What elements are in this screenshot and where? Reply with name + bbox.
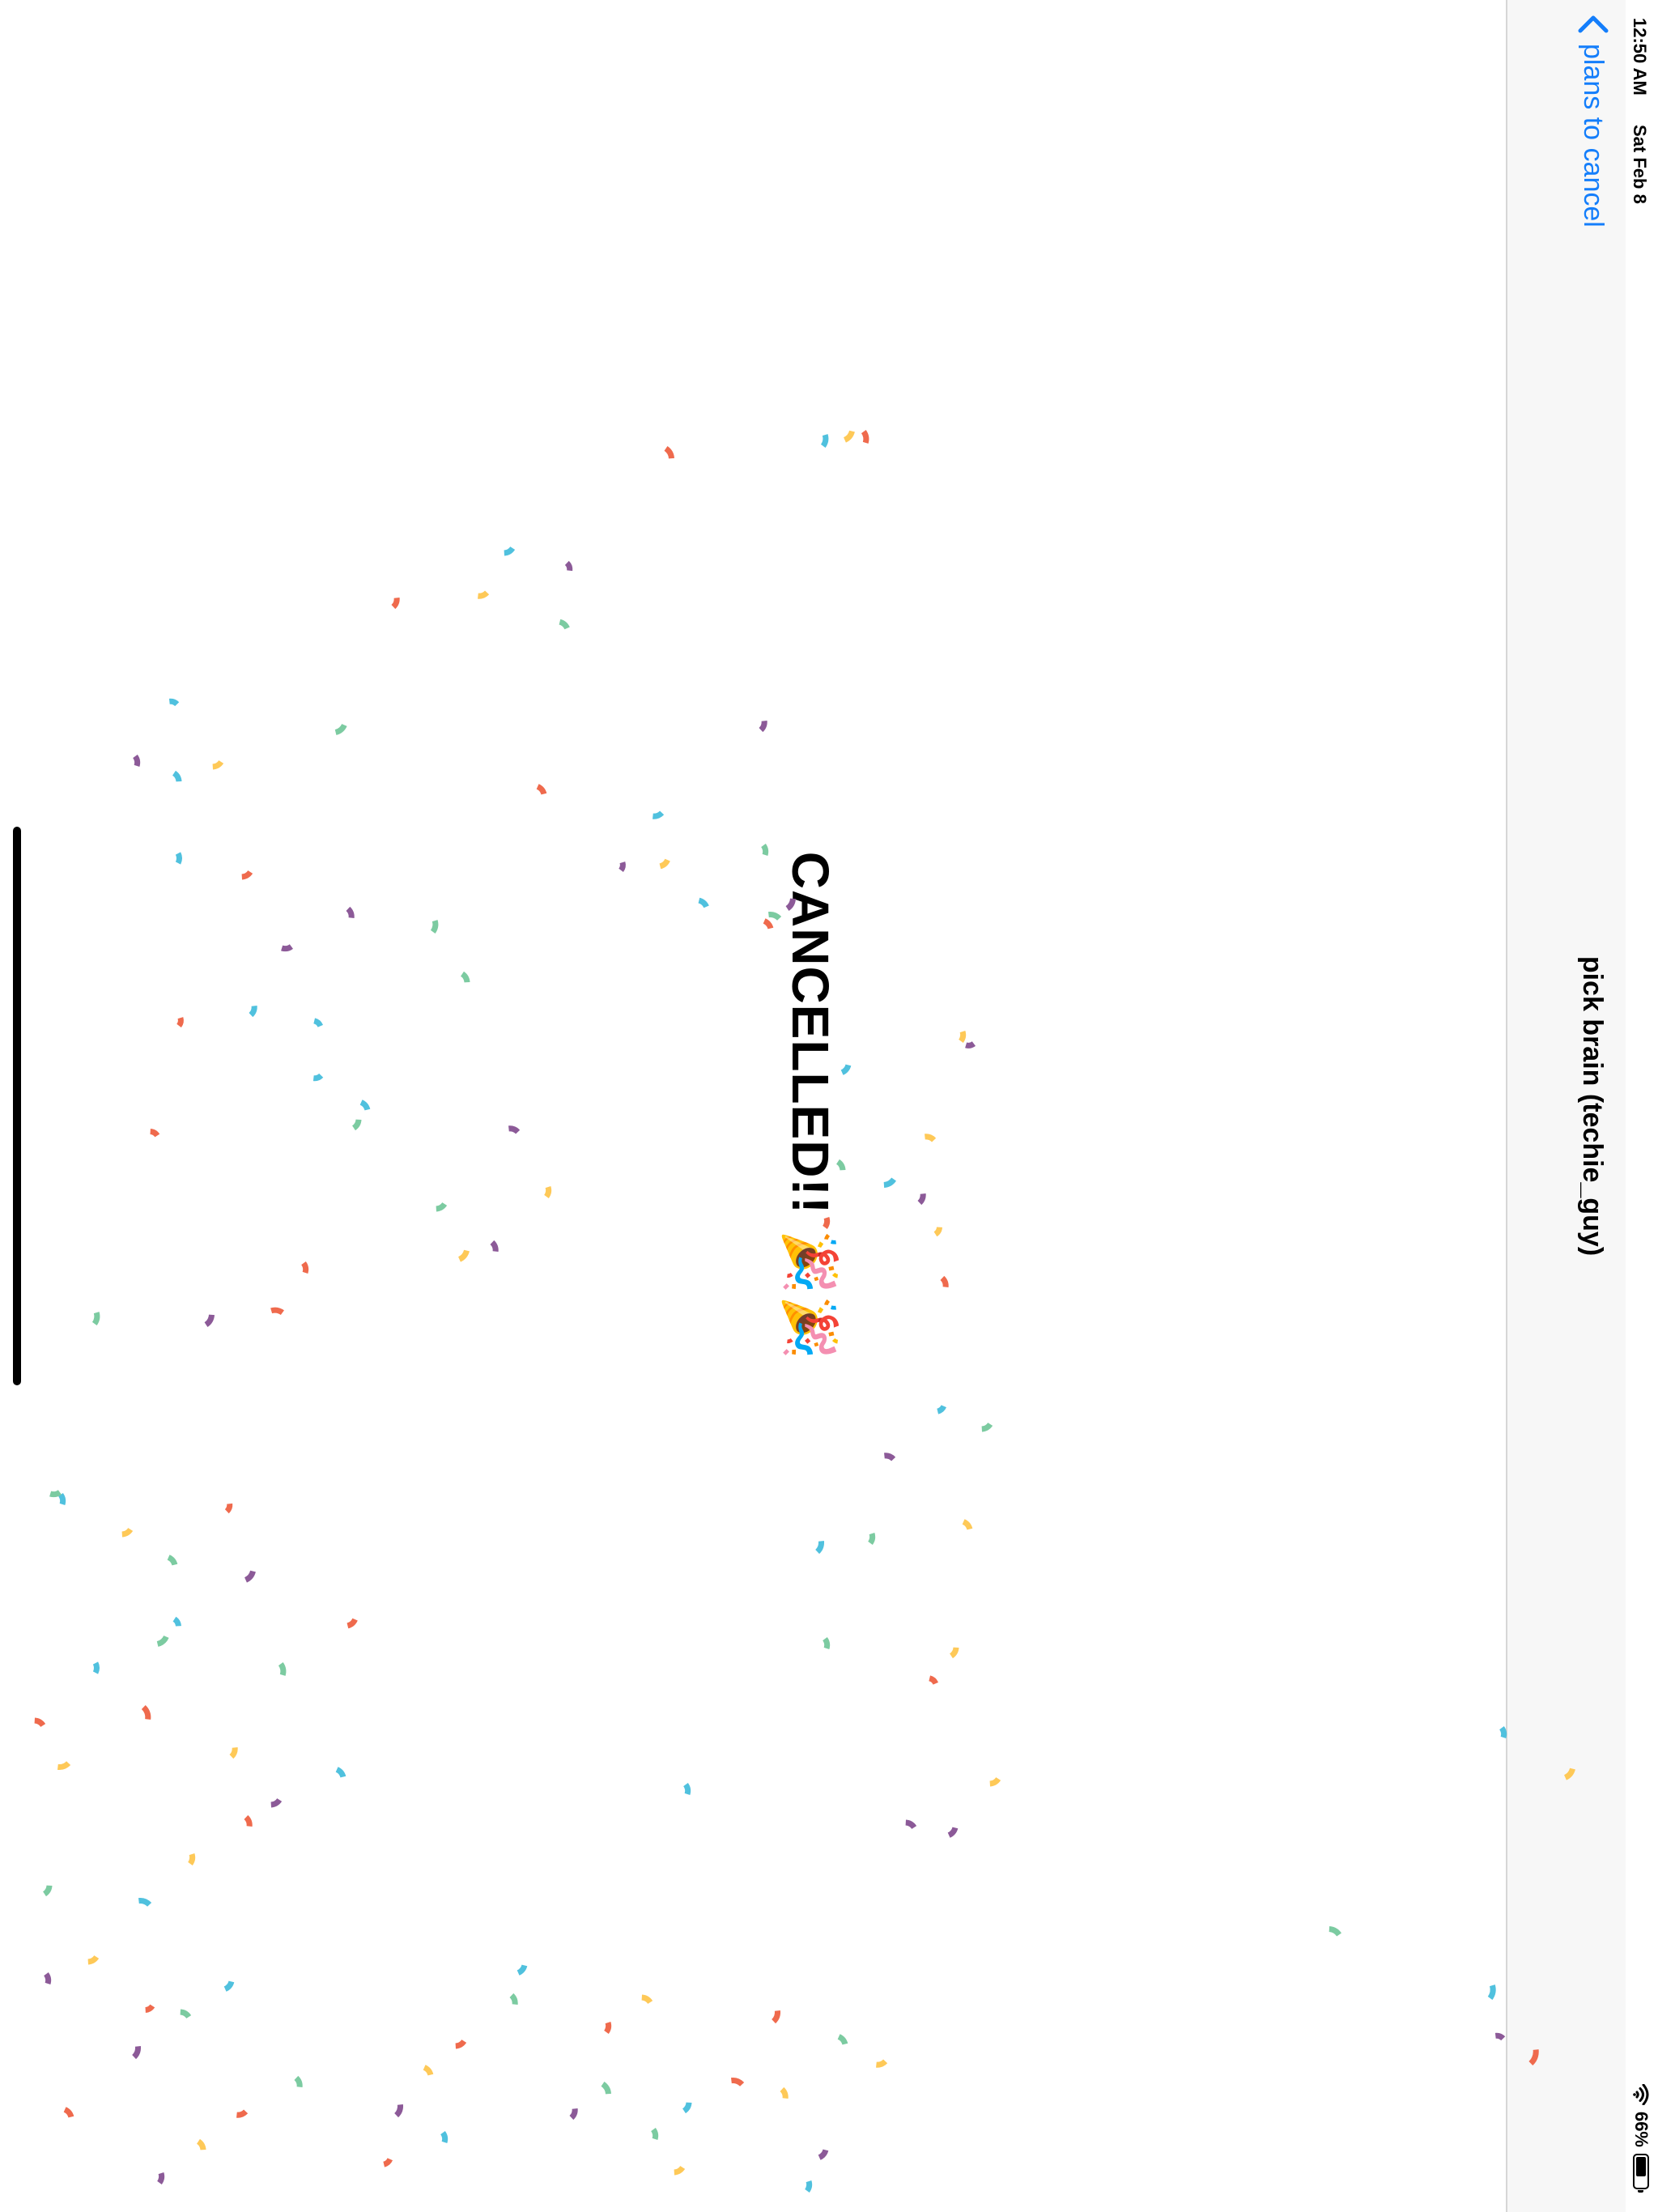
nav-title: pick brain (techie_guy) [1577,955,1608,1257]
cancelled-message: CANCELLED!! 🎉🎉 [781,851,840,1361]
content-area: CANCELLED!! 🎉🎉 [0,0,1506,2212]
battery-fill [1636,2157,1646,2176]
status-indicators: 66% [1630,2083,1652,2189]
page: 12:50 AM Sat Feb 8 66% plans to cancel p… [0,0,1658,2212]
nav-bar: plans to cancel pick brain (techie_guy) [1506,0,1626,2212]
status-time: 12:50 AM [1630,18,1650,96]
status-date: Sat Feb 8 [1630,125,1650,204]
screen: 12:50 AM Sat Feb 8 66% plans to cancel p… [0,0,1658,2212]
status-bar: 12:50 AM Sat Feb 8 66% [1626,0,1658,2212]
battery-percent: 66% [1631,2111,1652,2147]
home-indicator[interactable] [13,827,21,1385]
battery-icon [1633,2154,1649,2189]
wifi-icon [1633,2083,1649,2106]
